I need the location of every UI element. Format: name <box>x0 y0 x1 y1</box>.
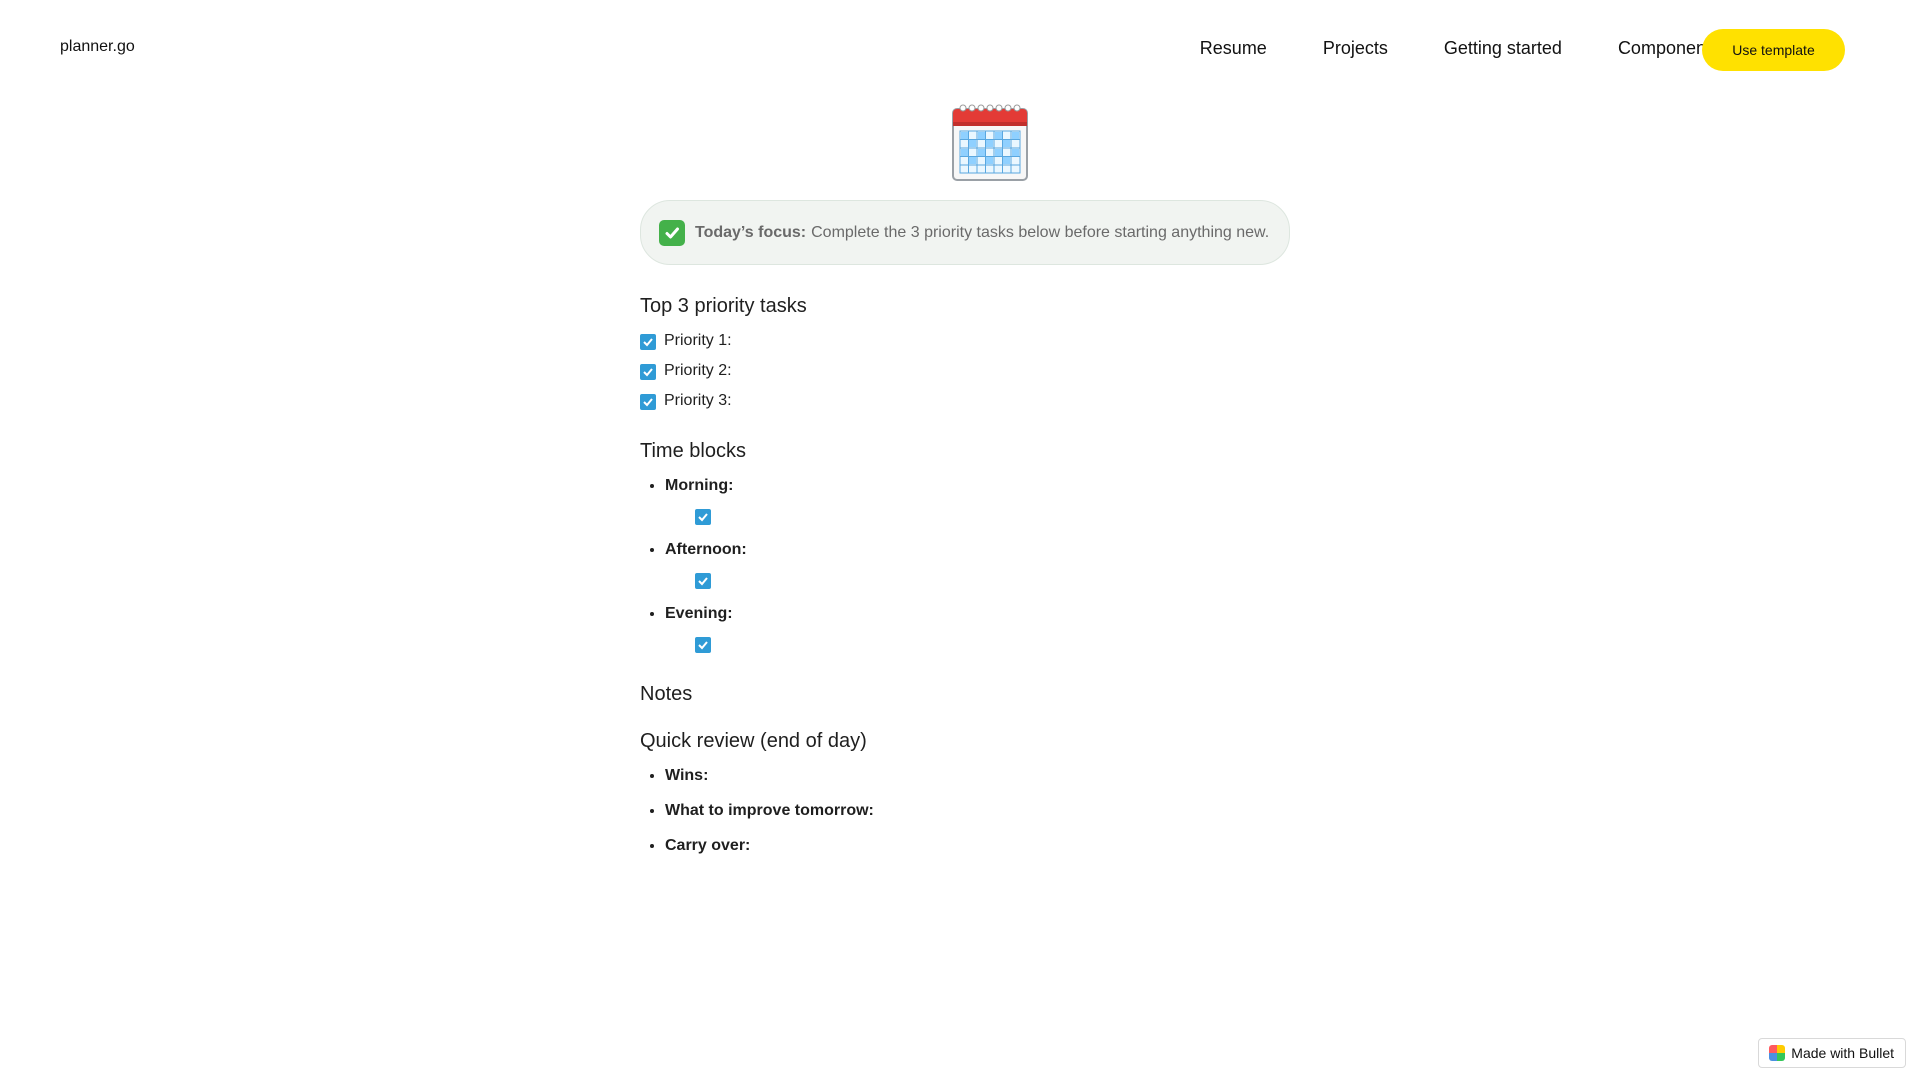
use-template-button[interactable]: Use template <box>1702 29 1845 71</box>
review-item: Carry over: <box>665 835 1290 857</box>
notes-title: Notes <box>640 683 693 705</box>
page-hero <box>665 100 1315 184</box>
primary-nav: Resume Projects Getting started Componen… <box>1200 38 1720 59</box>
time-blocks-title: Time blocks <box>640 440 746 462</box>
priority-2-checkbox[interactable] <box>640 364 656 380</box>
morning-label: Morning: <box>665 477 734 494</box>
review-list: Wins: What to improve tomorrow: Carry ov… <box>640 765 1290 857</box>
time-block-item: Morning: <box>665 475 1290 531</box>
review-item: Wins: <box>665 765 1290 787</box>
priority-item: Priority 3: <box>640 386 1290 416</box>
afternoon-label: Afternoon: <box>665 541 747 558</box>
time-blocks-list: Morning: Afternoon: Evening: <box>640 475 1290 659</box>
carry-over-label: Carry over: <box>665 837 751 854</box>
time-blocks-section: Time blocks Morning: Afternoon: <box>640 440 1290 659</box>
priority-2-label: Priority 2: <box>664 362 732 379</box>
evening-label: Evening: <box>665 605 733 622</box>
evening-checkbox[interactable] <box>695 637 711 653</box>
focus-callout: Today’s focus: Complete the 3 priority t… <box>640 200 1290 265</box>
site-brand[interactable]: planner.go <box>60 38 135 56</box>
evening-subtask <box>665 635 1290 659</box>
priority-3-checkbox[interactable] <box>640 394 656 410</box>
time-block-item: Evening: <box>665 603 1290 659</box>
review-item: What to improve tomorrow: <box>665 800 1290 822</box>
priority-item: Priority 2: <box>640 356 1290 386</box>
top-navigation: planner.go Resume Projects Getting start… <box>0 0 1920 100</box>
bullet-logo-icon <box>1769 1045 1786 1061</box>
priority-item: Priority 1: <box>640 326 1290 356</box>
made-with-bullet-badge[interactable]: Made with Bullet <box>1758 1038 1906 1068</box>
priority-section: Top 3 priority tasks Priority 1: Priorit… <box>640 295 1290 416</box>
focus-callout-label: Today’s focus: <box>695 223 807 241</box>
time-block-item: Afternoon: <box>665 539 1290 595</box>
page-content: Today’s focus: Complete the 3 priority t… <box>640 100 1290 870</box>
improve-label: What to improve tomorrow: <box>665 802 874 819</box>
priority-1-label: Priority 1: <box>664 332 732 349</box>
review-section: Quick review (end of day) Wins: What to … <box>640 730 1290 857</box>
afternoon-checkbox[interactable] <box>695 573 711 589</box>
nav-getting-started-link[interactable]: Getting started <box>1444 38 1562 59</box>
review-title: Quick review (end of day) <box>640 730 867 752</box>
afternoon-subtask <box>665 571 1290 595</box>
wins-label: Wins: <box>665 767 709 784</box>
nav-projects-link[interactable]: Projects <box>1323 38 1388 59</box>
priority-3-label: Priority 3: <box>664 392 732 409</box>
priority-1-checkbox[interactable] <box>640 334 656 350</box>
priority-title: Top 3 priority tasks <box>640 295 807 317</box>
nav-resume-link[interactable]: Resume <box>1200 38 1267 59</box>
made-with-bullet-text: Made with Bullet <box>1791 1045 1894 1061</box>
focus-callout-text: Complete the 3 priority tasks below befo… <box>811 223 1270 241</box>
notes-section: Notes <box>640 683 1290 706</box>
morning-subtask <box>665 507 1290 531</box>
check-mark-button-icon <box>659 219 685 246</box>
morning-checkbox[interactable] <box>695 509 711 525</box>
calendar-icon <box>952 104 1028 181</box>
priority-list: Priority 1: Priority 2: Priority 3: <box>640 326 1290 416</box>
